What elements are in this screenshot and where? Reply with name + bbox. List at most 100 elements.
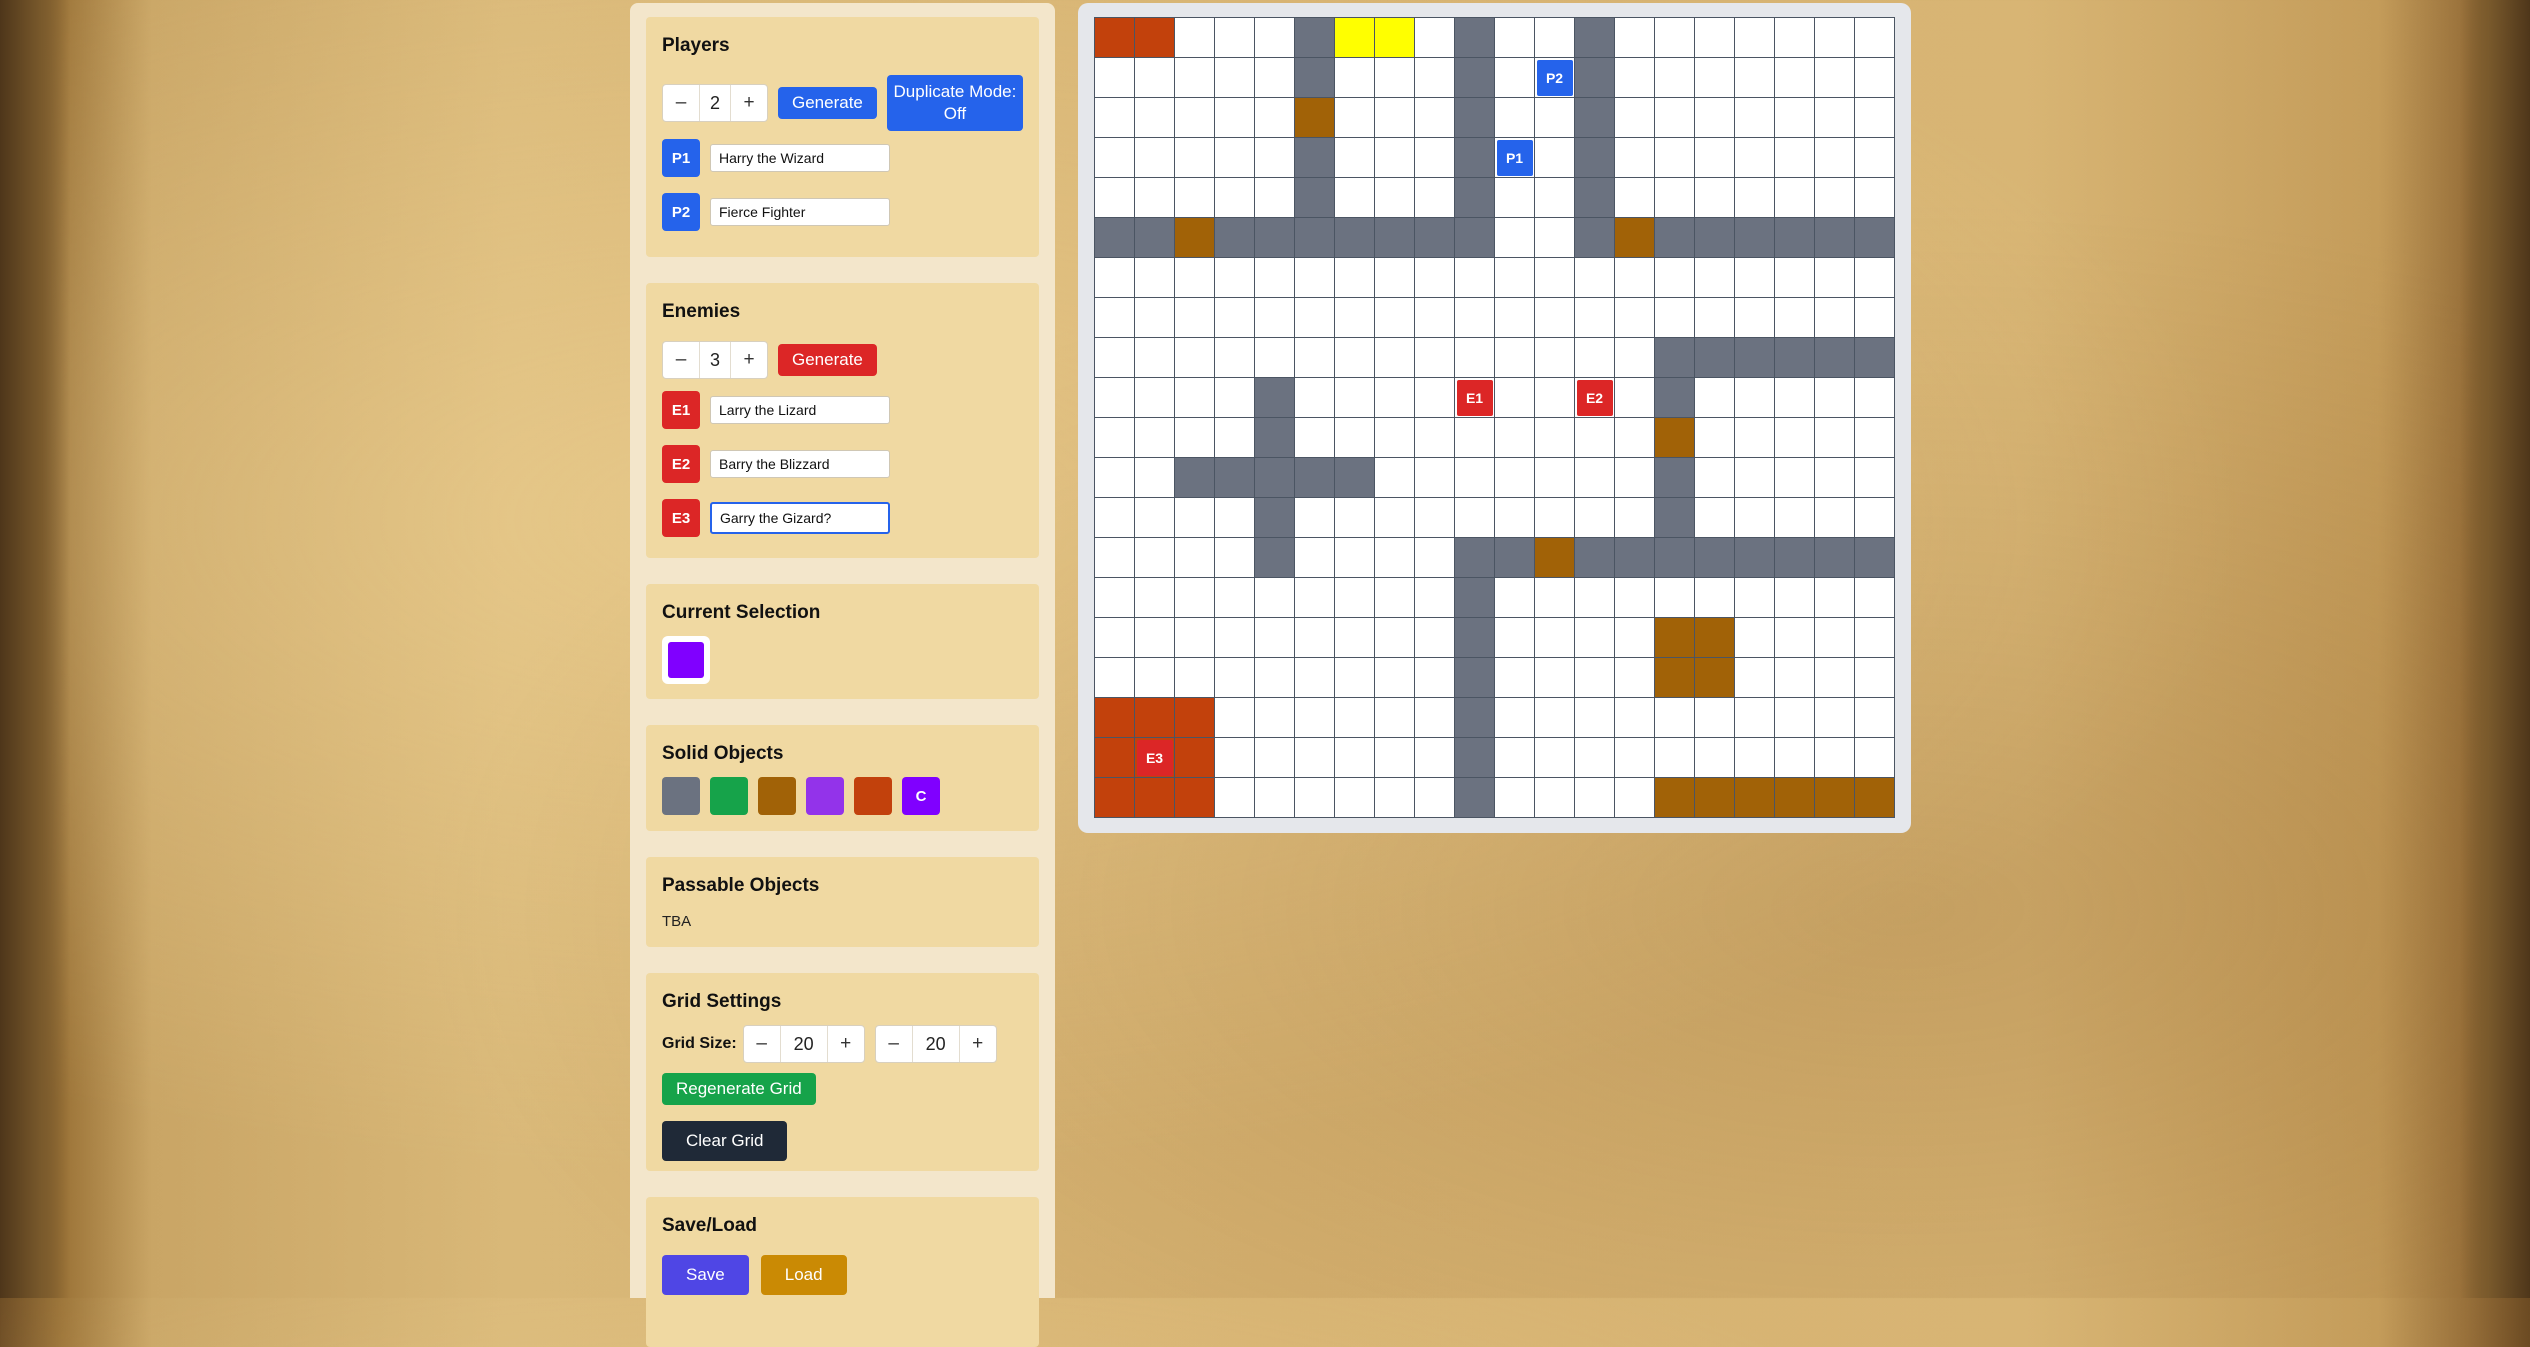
empty-cell[interactable] <box>1215 538 1255 578</box>
empty-cell[interactable] <box>1775 58 1815 98</box>
empty-cell[interactable] <box>1375 498 1415 538</box>
wall-cell[interactable] <box>1575 538 1615 578</box>
empty-cell[interactable] <box>1775 738 1815 778</box>
empty-cell[interactable] <box>1855 98 1895 138</box>
enemy-token-e1[interactable]: E1 <box>1456 379 1493 416</box>
empty-cell[interactable] <box>1215 498 1255 538</box>
wall-cell[interactable] <box>1295 138 1335 178</box>
empty-cell[interactable] <box>1215 298 1255 338</box>
empty-cell[interactable] <box>1215 98 1255 138</box>
empty-cell[interactable] <box>1335 738 1375 778</box>
empty-cell[interactable] <box>1815 498 1855 538</box>
empty-cell[interactable] <box>1855 298 1895 338</box>
empty-cell[interactable] <box>1175 578 1215 618</box>
empty-cell[interactable] <box>1535 18 1575 58</box>
regenerate-grid-button[interactable]: Regenerate Grid <box>662 1073 816 1105</box>
empty-cell[interactable] <box>1535 138 1575 178</box>
wall-cell[interactable] <box>1295 458 1335 498</box>
empty-cell[interactable] <box>1335 58 1375 98</box>
empty-cell[interactable] <box>1615 618 1655 658</box>
yellow-cell[interactable] <box>1335 18 1375 58</box>
wall-cell[interactable] <box>1455 578 1495 618</box>
empty-cell[interactable] <box>1215 58 1255 98</box>
wall-cell[interactable] <box>1695 538 1735 578</box>
empty-cell[interactable] <box>1615 98 1655 138</box>
player-name-input[interactable] <box>710 198 890 226</box>
empty-cell[interactable] <box>1855 698 1895 738</box>
wall-cell[interactable] <box>1455 618 1495 658</box>
empty-cell[interactable] <box>1175 658 1215 698</box>
empty-cell[interactable] <box>1855 418 1895 458</box>
empty-cell[interactable] <box>1415 138 1455 178</box>
empty-cell[interactable] <box>1535 178 1575 218</box>
empty-cell[interactable] <box>1735 618 1775 658</box>
empty-cell[interactable] <box>1735 18 1775 58</box>
empty-cell[interactable] <box>1775 258 1815 298</box>
empty-cell[interactable] <box>1575 778 1615 818</box>
enemy-name-input[interactable] <box>710 502 890 534</box>
empty-cell[interactable] <box>1615 418 1655 458</box>
wall-cell[interactable] <box>1695 218 1735 258</box>
empty-cell[interactable] <box>1295 578 1335 618</box>
empty-cell[interactable] <box>1495 658 1535 698</box>
empty-cell[interactable] <box>1215 778 1255 818</box>
grid-height-decrement[interactable]: – <box>876 1033 912 1055</box>
empty-cell[interactable] <box>1175 258 1215 298</box>
empty-cell[interactable] <box>1695 458 1735 498</box>
empty-cell[interactable] <box>1855 258 1895 298</box>
empty-cell[interactable] <box>1855 738 1895 778</box>
empty-cell[interactable] <box>1695 578 1735 618</box>
empty-cell[interactable] <box>1815 58 1855 98</box>
empty-cell[interactable] <box>1255 778 1295 818</box>
empty-cell[interactable] <box>1655 738 1695 778</box>
empty-cell[interactable] <box>1135 458 1175 498</box>
empty-cell[interactable] <box>1575 258 1615 298</box>
empty-cell[interactable] <box>1175 338 1215 378</box>
empty-cell[interactable] <box>1335 178 1375 218</box>
empty-cell[interactable] <box>1175 58 1215 98</box>
empty-cell[interactable] <box>1815 258 1855 298</box>
empty-cell[interactable] <box>1815 738 1855 778</box>
empty-cell[interactable] <box>1135 498 1175 538</box>
empty-cell[interactable] <box>1295 418 1335 458</box>
wall-cell[interactable] <box>1815 338 1855 378</box>
empty-cell[interactable] <box>1655 578 1695 618</box>
empty-cell[interactable] <box>1175 138 1215 178</box>
empty-cell[interactable] <box>1255 298 1295 338</box>
empty-cell[interactable] <box>1735 258 1775 298</box>
empty-cell[interactable] <box>1095 538 1135 578</box>
empty-cell[interactable] <box>1575 458 1615 498</box>
empty-cell[interactable] <box>1375 618 1415 658</box>
orange-cell[interactable] <box>1095 698 1135 738</box>
brown-cell[interactable] <box>1695 778 1735 818</box>
empty-cell[interactable] <box>1295 258 1335 298</box>
empty-cell[interactable] <box>1175 378 1215 418</box>
empty-cell[interactable] <box>1815 378 1855 418</box>
wall-cell[interactable] <box>1655 498 1695 538</box>
grid-width-value[interactable]: 20 <box>779 1026 828 1062</box>
wall-cell[interactable] <box>1295 18 1335 58</box>
empty-cell[interactable] <box>1455 338 1495 378</box>
wall-cell[interactable] <box>1575 218 1615 258</box>
wall-cell[interactable] <box>1735 338 1775 378</box>
empty-cell[interactable] <box>1735 378 1775 418</box>
wall-cell[interactable] <box>1455 778 1495 818</box>
solid-swatch-orange[interactable] <box>854 777 892 815</box>
empty-cell[interactable] <box>1655 58 1695 98</box>
empty-cell[interactable] <box>1615 298 1655 338</box>
wall-cell[interactable] <box>1255 538 1295 578</box>
empty-cell[interactable] <box>1615 178 1655 218</box>
generate-players-button[interactable]: Generate <box>778 87 877 119</box>
empty-cell[interactable] <box>1775 18 1815 58</box>
empty-cell[interactable] <box>1135 658 1175 698</box>
empty-cell[interactable] <box>1615 578 1655 618</box>
empty-cell[interactable] <box>1095 138 1135 178</box>
empty-cell[interactable] <box>1815 98 1855 138</box>
wall-cell[interactable] <box>1455 18 1495 58</box>
empty-cell[interactable] <box>1695 98 1735 138</box>
empty-cell[interactable] <box>1215 658 1255 698</box>
solid-swatch-wall[interactable] <box>662 777 700 815</box>
empty-cell[interactable] <box>1535 618 1575 658</box>
empty-cell[interactable] <box>1575 338 1615 378</box>
empty-cell[interactable] <box>1775 298 1815 338</box>
